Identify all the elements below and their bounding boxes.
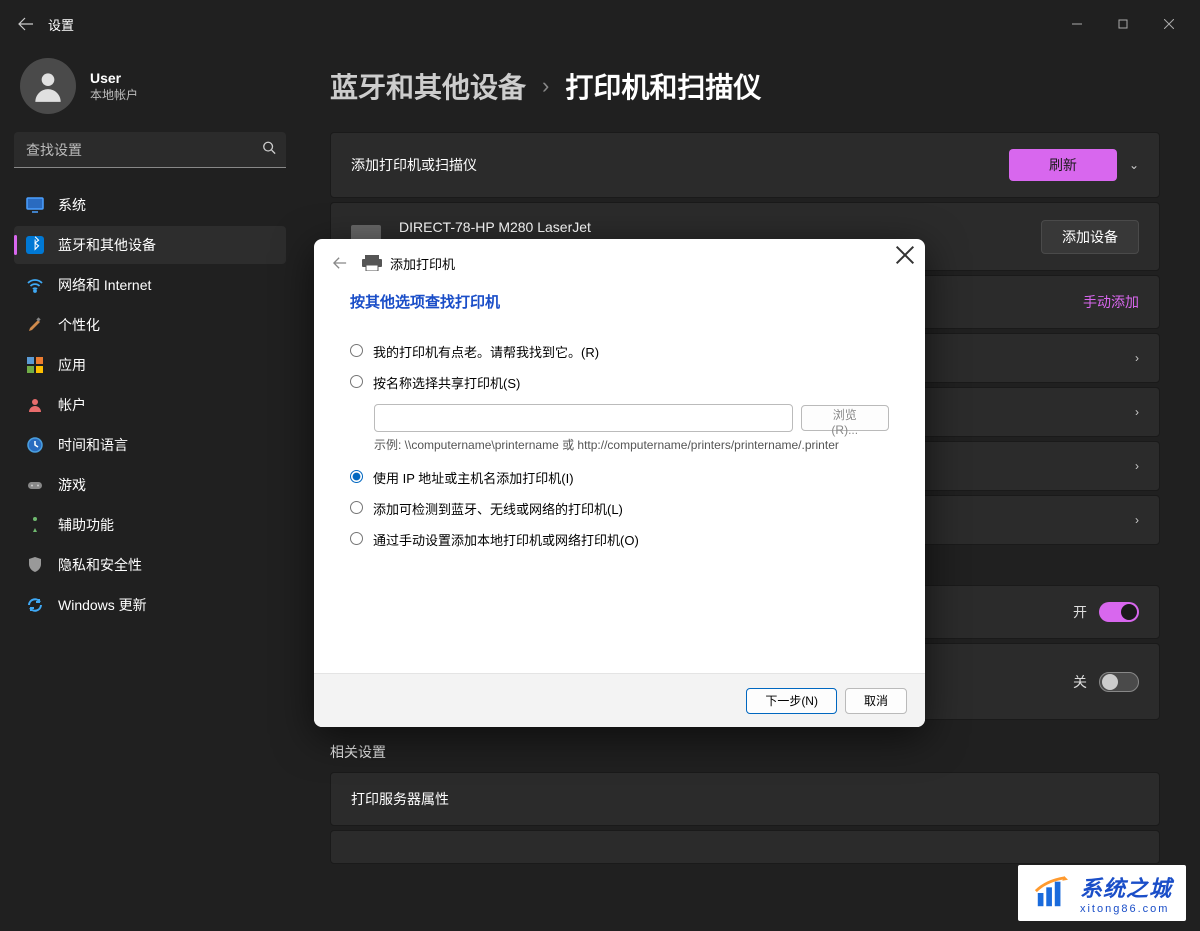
sidebar-item-label: 时间和语言 (58, 435, 128, 455)
update-icon (26, 596, 44, 614)
user-name: User (90, 70, 138, 86)
chevron-right-icon: › (1135, 513, 1139, 527)
sidebar-item-bluetooth[interactable]: 蓝牙和其他设备 (14, 226, 286, 264)
apps-icon (26, 356, 44, 374)
shared-printer-name-input[interactable] (374, 404, 793, 432)
sidebar-item-label: 隐私和安全性 (58, 555, 142, 575)
sidebar-item-label: 系统 (58, 195, 86, 215)
sidebar-item-update[interactable]: Windows 更新 (14, 586, 286, 624)
toggle-switch-on[interactable] (1099, 602, 1139, 622)
wifi-icon (26, 276, 44, 294)
sidebar-item-accounts[interactable]: 帐户 (14, 386, 286, 424)
breadcrumb-parent[interactable]: 蓝牙和其他设备 (330, 66, 526, 106)
chevron-down-icon[interactable]: ⌄ (1129, 158, 1139, 172)
sidebar-item-privacy[interactable]: 隐私和安全性 (14, 546, 286, 584)
sidebar-item-label: 蓝牙和其他设备 (58, 235, 156, 255)
search-icon (262, 141, 276, 160)
person-icon (26, 396, 44, 414)
monitor-icon (26, 196, 44, 214)
sidebar-item-personalization[interactable]: 个性化 (14, 306, 286, 344)
option-ip-hostname[interactable]: 使用 IP 地址或主机名添加打印机(I) (350, 468, 889, 487)
toggle-off-label: 关 (1073, 672, 1087, 692)
brush-icon (26, 316, 44, 334)
shield-icon (26, 556, 44, 574)
watermark-icon (1032, 876, 1070, 910)
related-settings-title: 相关设置 (330, 742, 1160, 762)
chevron-right-icon: › (1135, 405, 1139, 419)
dialog-title: 添加打印机 (390, 254, 455, 273)
refresh-button[interactable]: 刷新 (1009, 149, 1117, 181)
search-input[interactable] (14, 132, 286, 168)
add-printer-label: 添加打印机或扫描仪 (351, 155, 477, 175)
radio-wireless[interactable] (350, 501, 363, 514)
toggle-switch-off[interactable] (1099, 672, 1139, 692)
next-button[interactable]: 下一步(N) (746, 688, 837, 714)
dialog-close-button[interactable] (895, 245, 915, 265)
option-label: 我的打印机有点老。请帮我找到它。(R) (373, 342, 599, 361)
sidebar-item-label: Windows 更新 (58, 595, 147, 615)
window-title: 设置 (48, 15, 74, 34)
option-old-printer[interactable]: 我的打印机有点老。请帮我找到它。(R) (350, 342, 889, 361)
chevron-right-icon: › (542, 73, 549, 99)
sidebar-item-network[interactable]: 网络和 Internet (14, 266, 286, 304)
sidebar-item-label: 辅助功能 (58, 515, 114, 535)
sidebar-item-time[interactable]: 时间和语言 (14, 426, 286, 464)
option-label: 添加可检测到蓝牙、无线或网络的打印机(L) (373, 499, 623, 518)
chevron-right-icon: › (1135, 459, 1139, 473)
chevron-right-icon: › (1135, 351, 1139, 365)
manual-add-link[interactable]: 手动添加 (1083, 292, 1139, 312)
breadcrumb-current: 打印机和扫描仪 (565, 66, 761, 106)
sidebar-item-system[interactable]: 系统 (14, 186, 286, 224)
option-label: 通过手动设置添加本地打印机或网络打印机(O) (373, 530, 639, 549)
sidebar-item-apps[interactable]: 应用 (14, 346, 286, 384)
sidebar-item-label: 帐户 (58, 395, 86, 415)
radio-by-name[interactable] (350, 375, 363, 388)
radio-ip-hostname[interactable] (350, 470, 363, 483)
sidebar-item-label: 个性化 (58, 315, 100, 335)
sidebar-item-label: 应用 (58, 355, 86, 375)
clock-icon (26, 436, 44, 454)
close-button[interactable] (1146, 8, 1192, 40)
printer-name: DIRECT-78-HP M280 LaserJet (399, 219, 591, 235)
gamepad-icon (26, 476, 44, 494)
watermark: 系统之城 xitong86.com (1018, 865, 1186, 921)
watermark-line2: xitong86.com (1080, 903, 1172, 915)
avatar (20, 58, 76, 114)
add-device-button[interactable]: 添加设备 (1041, 220, 1139, 254)
minimize-button[interactable] (1054, 8, 1100, 40)
print-server-props-label: 打印服务器属性 (351, 789, 449, 809)
user-block[interactable]: User 本地帐户 (14, 48, 286, 132)
watermark-line1: 系统之城 (1080, 871, 1172, 903)
add-printer-row: 添加打印机或扫描仪 刷新 ⌄ (330, 132, 1160, 198)
sidebar-item-gaming[interactable]: 游戏 (14, 466, 286, 504)
accessibility-icon (26, 516, 44, 534)
dialog-subtitle: 按其他选项查找打印机 (350, 291, 889, 312)
toggle-on-label: 开 (1073, 602, 1087, 622)
example-text: 示例: \\computername\printername 或 http://… (374, 436, 889, 454)
option-wireless[interactable]: 添加可检测到蓝牙、无线或网络的打印机(L) (350, 499, 889, 518)
cancel-button[interactable]: 取消 (845, 688, 907, 714)
sidebar-item-accessibility[interactable]: 辅助功能 (14, 506, 286, 544)
sidebar-item-label: 网络和 Internet (58, 275, 151, 295)
bluetooth-icon (26, 236, 44, 254)
user-type: 本地帐户 (90, 86, 138, 103)
related-row-2[interactable] (330, 830, 1160, 864)
radio-old-printer[interactable] (350, 344, 363, 357)
radio-manual[interactable] (350, 532, 363, 545)
printer-icon (362, 255, 382, 271)
browse-button[interactable]: 浏览(R)... (801, 405, 889, 431)
add-printer-dialog: 添加打印机 按其他选项查找打印机 我的打印机有点老。请帮我找到它。(R) 按名称… (314, 239, 925, 727)
back-button[interactable] (8, 6, 44, 42)
maximize-button[interactable] (1100, 8, 1146, 40)
sidebar-item-label: 游戏 (58, 475, 86, 495)
option-label: 按名称选择共享打印机(S) (373, 373, 520, 392)
option-by-name[interactable]: 按名称选择共享打印机(S) (350, 373, 889, 392)
option-manual[interactable]: 通过手动设置添加本地打印机或网络打印机(O) (350, 530, 889, 549)
print-server-props-row[interactable]: 打印服务器属性 (330, 772, 1160, 826)
dialog-back-button[interactable] (326, 249, 354, 277)
option-label: 使用 IP 地址或主机名添加打印机(I) (373, 468, 574, 487)
breadcrumb: 蓝牙和其他设备 › 打印机和扫描仪 (330, 48, 1160, 132)
